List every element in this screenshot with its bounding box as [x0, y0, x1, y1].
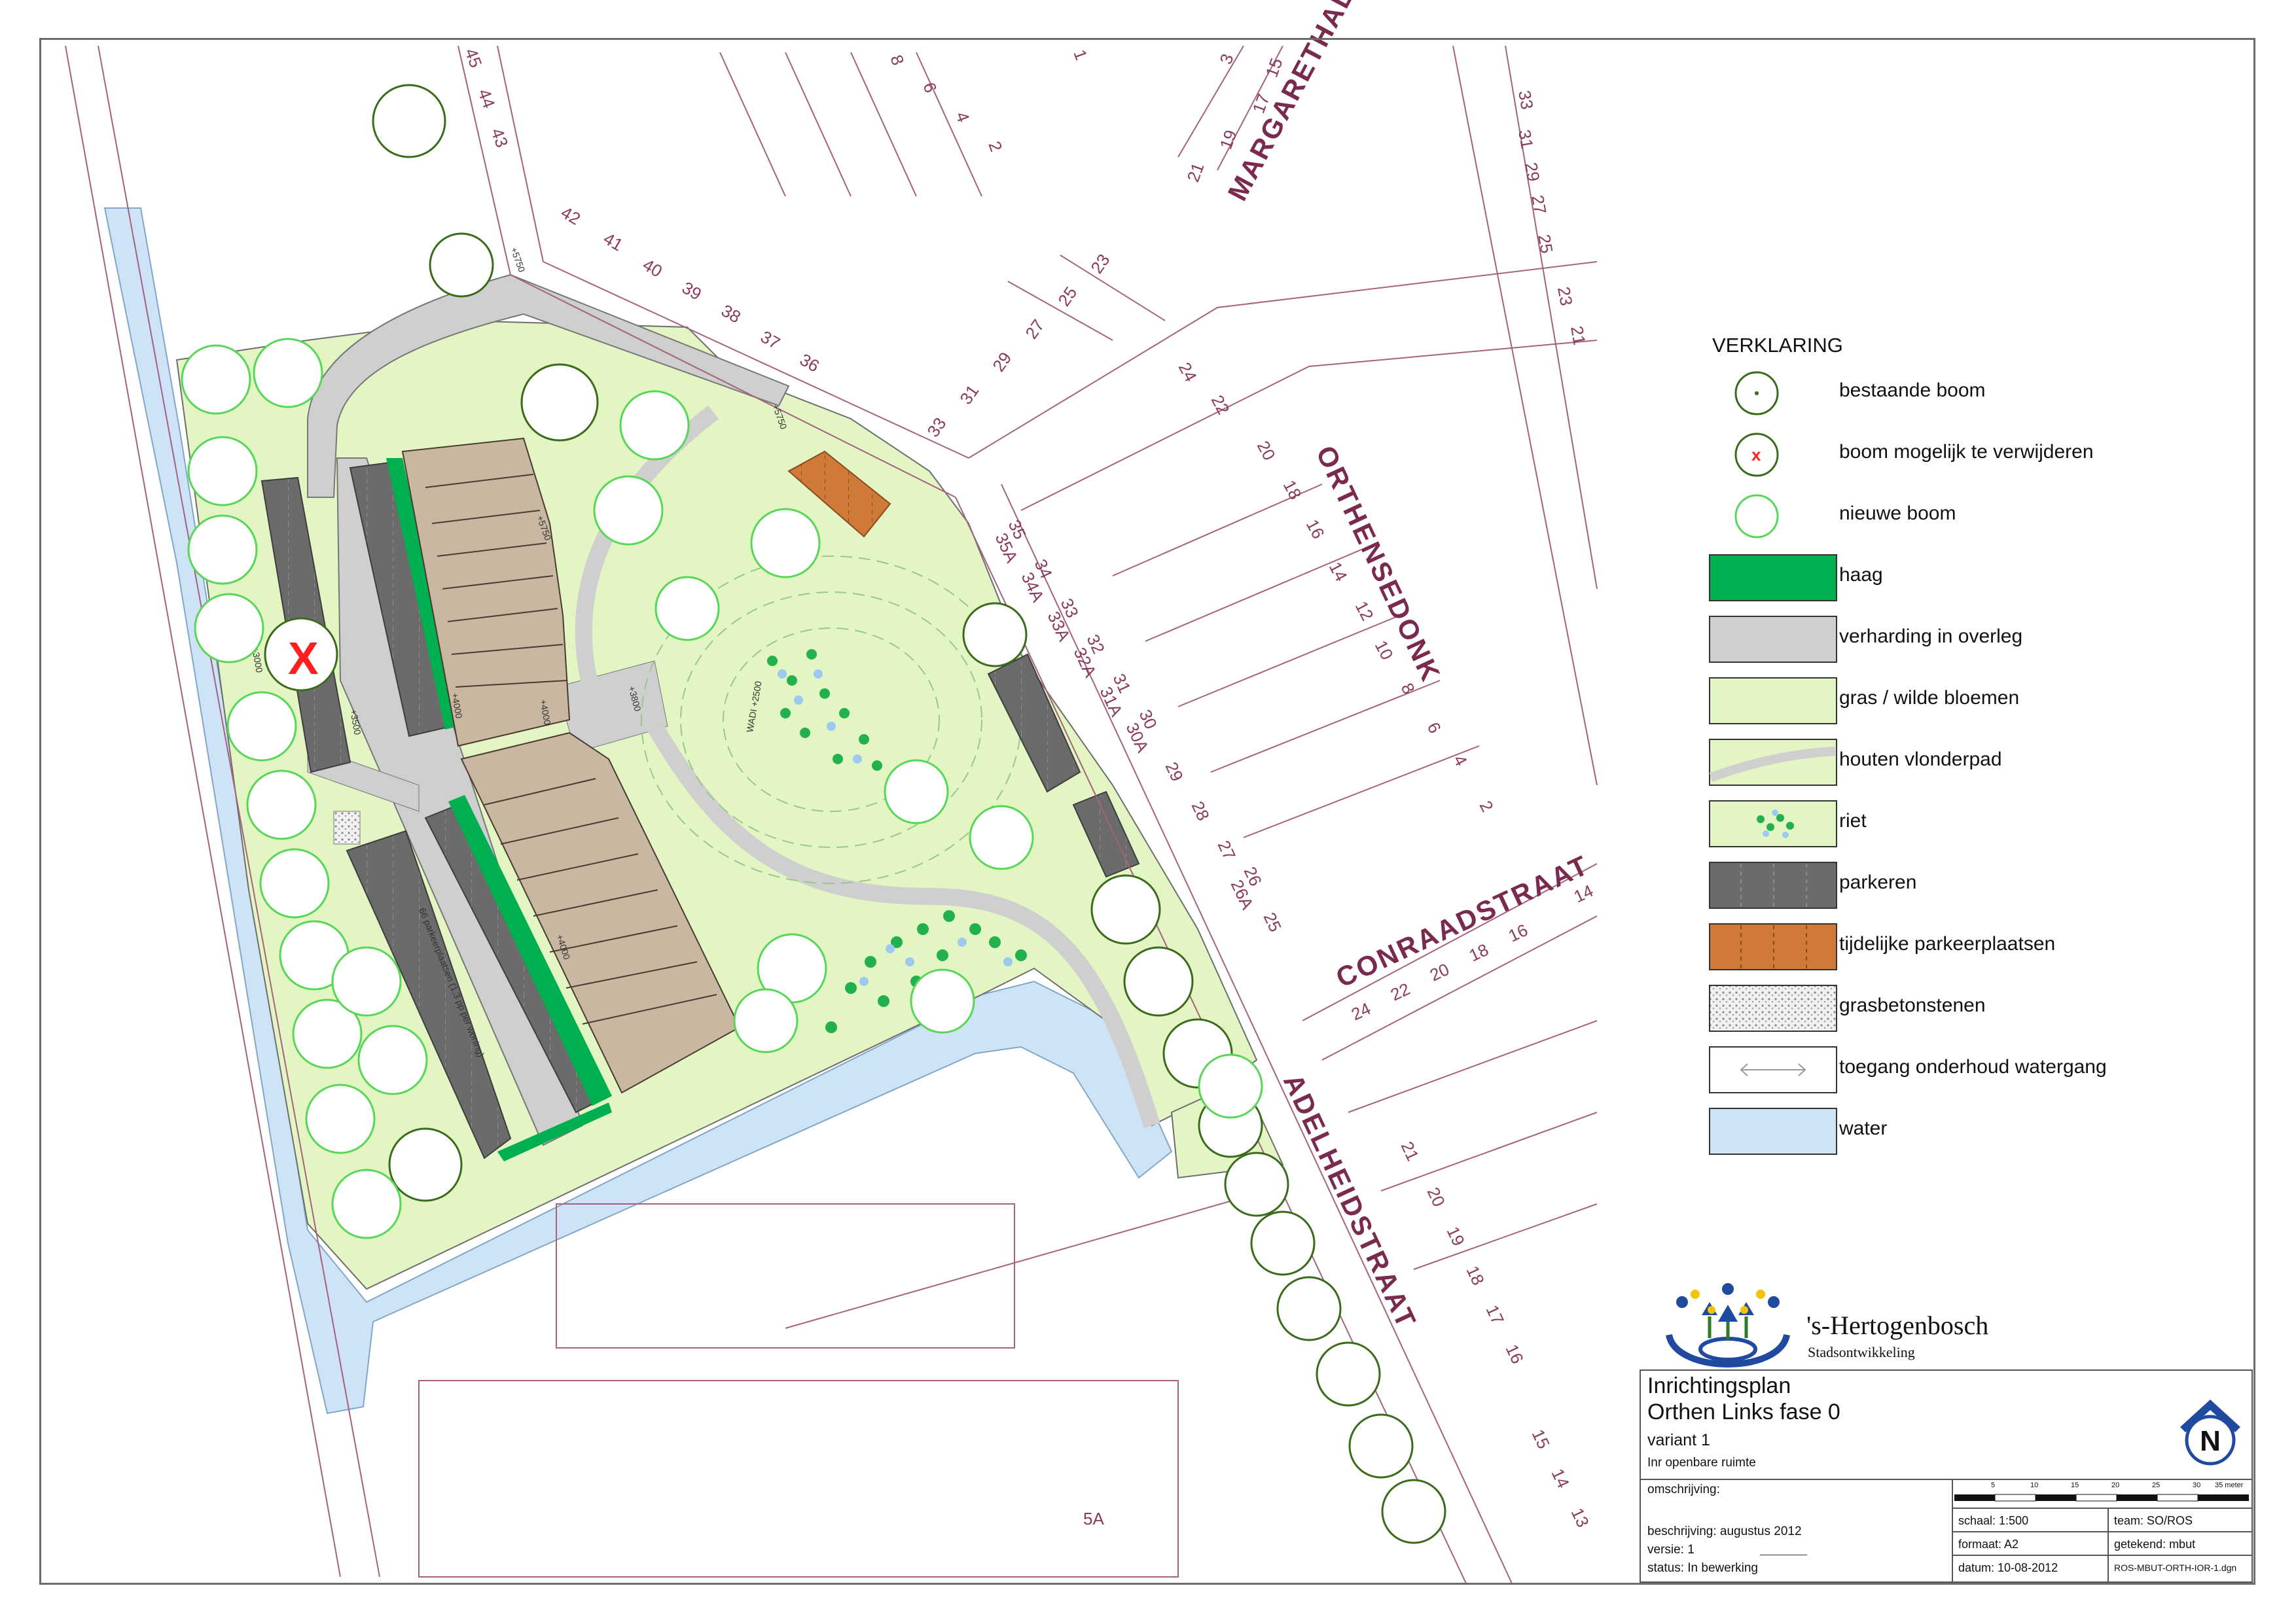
legend-label: boom mogelijk te verwijderen — [1839, 441, 2094, 463]
water-swatch — [1709, 1108, 1837, 1155]
legend-item-new-tree: nieuwe boom — [1708, 489, 2166, 544]
scale-tick-label: 20 — [2111, 1481, 2120, 1489]
versie-value: versie: 1 — [1647, 1543, 1695, 1557]
subject-label: Inr openbare ruimte — [1647, 1456, 1756, 1470]
legend-item-hedge: haag — [1708, 551, 2166, 606]
legend-label: bestaande boom — [1839, 380, 1986, 401]
row-divider — [1953, 1531, 2251, 1532]
legend-label: water — [1839, 1118, 1888, 1139]
legend-label: tijdelijke parkeerplaatsen — [1839, 933, 2056, 955]
maintenance-access-swatch — [1709, 1046, 1837, 1093]
municipality-name: 's-Hertogenbosch — [1806, 1311, 1989, 1340]
legend-item-reed: riet — [1708, 797, 2166, 852]
formaat-value: formaat: A2 — [1958, 1538, 2019, 1551]
legend-item-existing-tree: bestaande boom — [1708, 366, 2166, 421]
north-letter: N — [2200, 1425, 2221, 1457]
crown-logo-icon — [1666, 1283, 1790, 1368]
omschrijving-label: omschrijving: — [1647, 1483, 1720, 1496]
legend-label: nieuwe boom — [1839, 503, 1956, 524]
title-area: Inrichtingsplan Orthen Links fase 0 vari… — [1641, 1371, 2251, 1480]
legend-item-grass-pavers: grasbetonstenen — [1708, 981, 2166, 1036]
legend-label: haag — [1839, 564, 1883, 586]
column-divider — [2108, 1508, 2109, 1581]
legend-item-maintenance-access: toegang onderhoud watergang — [1708, 1043, 2166, 1098]
beschrijving-value: beschrijving: augustus 2012 — [1647, 1525, 1802, 1538]
status-value: status: In bewerking — [1647, 1561, 1758, 1575]
row-divider — [1953, 1555, 2251, 1556]
legend-item-parking: parkeren — [1708, 858, 2166, 913]
scale-bar-graphic — [1954, 1494, 2249, 1502]
north-arrow-icon: N — [2180, 1400, 2240, 1466]
datum-value: datum: 10-08-2012 — [1958, 1561, 2058, 1574]
team-value: team: SO/ROS — [2114, 1514, 2193, 1527]
scale-tick-label: 10 — [2030, 1481, 2039, 1489]
legend-item-temp-parking: tijdelijke parkeerplaatsen — [1708, 920, 2166, 975]
grass-swatch — [1709, 677, 1837, 724]
plan-title: Inrichtingsplan — [1647, 1373, 1791, 1398]
variant-label: variant 1 — [1647, 1431, 1710, 1449]
svg-text:x: x — [1751, 445, 1761, 465]
getekend-value: getekend: mbut — [2114, 1538, 2196, 1551]
legend-label: riet — [1839, 810, 1867, 832]
department-name: Stadsontwikkeling — [1808, 1344, 1915, 1360]
hedge-swatch — [1709, 554, 1837, 601]
legend-label: grasbetonstenen — [1839, 995, 1986, 1016]
scale-tick-label: 35 meter — [2215, 1481, 2244, 1489]
legend-label: parkeren — [1839, 872, 1917, 893]
paving-swatch — [1709, 616, 1837, 663]
scale-bar: 5 10 15 20 25 30 35 meter — [1953, 1480, 2251, 1509]
scale-tick-label: 15 — [2071, 1481, 2079, 1489]
legend-label: gras / wilde bloemen — [1839, 687, 2020, 709]
drawing-sheet: MARGARETHALA ORTHENSEDONK CONRAADSTRAAT … — [0, 0, 2296, 1624]
legend: VERKLARING bestaande boom x boom mogelij… — [1708, 327, 2166, 1191]
legend-title: VERKLARING — [1712, 334, 1843, 357]
legend-label: houten vlonderpad — [1839, 749, 2002, 770]
legend-item-grass: gras / wilde bloemen — [1708, 674, 2166, 729]
legend-item-boardwalk: houten vlonderpad — [1708, 735, 2166, 790]
temp-parking-swatch — [1709, 923, 1837, 970]
scale-tick-label: 25 — [2152, 1481, 2161, 1489]
metadata-area: 5 10 15 20 25 30 35 meter schaal: 1:500 … — [1953, 1480, 2251, 1581]
legend-item-removable-tree: x boom mogelijk te verwijderen — [1708, 428, 2166, 483]
scale-tick-label: 30 — [2193, 1481, 2201, 1489]
title-block: Inrichtingsplan Orthen Links fase 0 vari… — [1640, 1369, 2253, 1583]
existing-tree-icon — [1734, 371, 1779, 415]
project-title: Orthen Links fase 0 — [1647, 1400, 1840, 1424]
legend-item-paving: verharding in overleg — [1708, 612, 2166, 667]
boardwalk-swatch — [1709, 739, 1837, 786]
new-tree-icon — [1734, 494, 1779, 538]
municipality-logo: 's-Hertogenbosch Stadsontwikkeling — [1656, 1276, 2022, 1374]
grass-pavers-swatch — [1709, 985, 1837, 1032]
schaal-value: schaal: 1:500 — [1958, 1514, 2029, 1527]
scale-tick-label: 5 — [1991, 1481, 1996, 1489]
legend-label: verharding in overleg — [1839, 626, 2023, 647]
removable-tree-icon: x — [1734, 432, 1779, 477]
parking-swatch — [1709, 862, 1837, 909]
description-area: omschrijving: beschrijving: augustus 201… — [1641, 1480, 1953, 1581]
legend-label: toegang onderhoud watergang — [1839, 1056, 2107, 1078]
legend-item-water: water — [1708, 1104, 2166, 1159]
reed-swatch — [1709, 800, 1837, 847]
file-name: ROS-MBUT-ORTH-IOR-1.dgn — [2114, 1562, 2237, 1573]
